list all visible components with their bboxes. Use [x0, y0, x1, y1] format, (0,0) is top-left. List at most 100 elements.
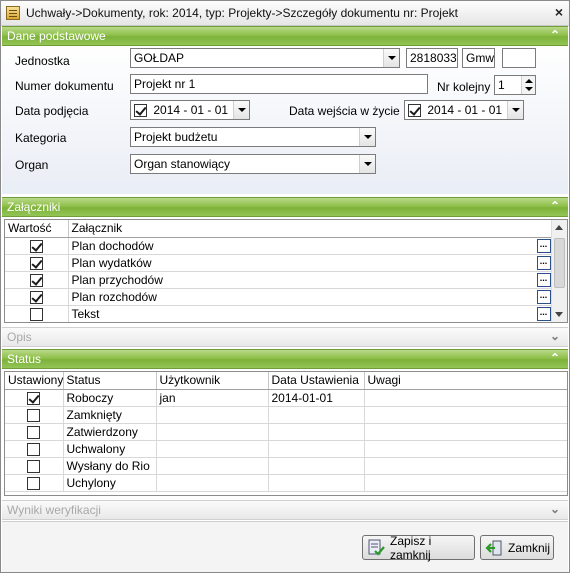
- scroll-down-icon[interactable]: [555, 312, 563, 317]
- section-title-wyniki: Wyniki weryfikacji: [7, 503, 101, 517]
- attachment-checkbox[interactable]: [29, 307, 43, 321]
- column-header-uwagi[interactable]: Uwagi: [364, 372, 567, 390]
- numer-value: Projekt nr 1: [134, 77, 196, 91]
- attachment-row[interactable]: Plan rozchodów...: [5, 288, 553, 306]
- exit-icon: [485, 539, 503, 557]
- chevron-down-icon[interactable]: [233, 101, 249, 119]
- chevron-down-icon[interactable]: [359, 155, 375, 173]
- column-header-status[interactable]: Status: [63, 372, 157, 390]
- status-name: Roboczy: [66, 390, 114, 405]
- collapse-icon[interactable]: ⌃: [550, 199, 560, 213]
- document-details-window: Uchwały->Dokumenty, rok: 2014, typ: Proj…: [0, 0, 570, 573]
- browse-icon[interactable]: ...: [536, 289, 551, 304]
- status-table: Ustawiony Status Użytkownik Data Ustawie…: [5, 372, 567, 492]
- numer-label: Numer dokumentu: [15, 79, 114, 93]
- status-row[interactable]: Roboczy jan 2014-01-01: [5, 389, 567, 407]
- status-name: Uchwalony: [66, 441, 126, 456]
- scroll-thumb[interactable]: [554, 238, 565, 288]
- status-checkbox[interactable]: [27, 391, 41, 405]
- attachments-grid: Wartość Załącznik Plan dochodów... Plan w…: [4, 219, 568, 323]
- section-header-status[interactable]: Status ⌃: [2, 349, 568, 369]
- section-title-dane: Dane podstawowe: [7, 29, 106, 43]
- data-wejscia-checkbox[interactable]: [408, 104, 421, 118]
- column-header-wartosc[interactable]: Wartość: [5, 220, 69, 238]
- browse-icon[interactable]: ...: [536, 238, 551, 253]
- section-title-status: Status: [7, 352, 42, 366]
- status-row[interactable]: Wysłany do Rio: [5, 457, 567, 475]
- app-icon: [6, 6, 20, 20]
- numer-input[interactable]: Projekt nr 1: [130, 74, 428, 94]
- save-and-close-button[interactable]: Zapisz i zamknij: [362, 534, 475, 562]
- jednostka-extra-field[interactable]: [502, 48, 536, 68]
- data-wejscia-value: 2014 - 01 - 01: [427, 103, 503, 117]
- attachment-row[interactable]: Plan dochodów...: [5, 237, 553, 255]
- organ-select[interactable]: Organ stanowiący: [130, 154, 376, 174]
- status-grid: Ustawiony Status Użytkownik Data Ustawie…: [4, 371, 568, 496]
- section-header-dane[interactable]: Dane podstawowe ⌃: [2, 26, 568, 46]
- status-checkbox[interactable]: [27, 408, 41, 422]
- attachment-row[interactable]: Plan wydatków...: [5, 254, 553, 272]
- column-header-uzytkownik[interactable]: Użytkownik: [156, 372, 269, 390]
- data-podjecia-label: Data podjęcia: [15, 104, 89, 118]
- expand-icon[interactable]: ⌄: [550, 502, 560, 516]
- status-row[interactable]: Uchwalony: [5, 440, 567, 458]
- status-checkbox[interactable]: [27, 459, 41, 473]
- attachments-scrollbar[interactable]: [551, 220, 567, 322]
- organ-value: Organ stanowiący: [134, 157, 231, 171]
- chevron-down-icon[interactable]: [507, 101, 523, 119]
- attachment-checkbox[interactable]: [29, 239, 43, 253]
- chevron-down-icon[interactable]: [359, 128, 375, 146]
- browse-icon[interactable]: ...: [536, 255, 551, 270]
- chevron-down-icon[interactable]: [383, 49, 399, 67]
- jednostka-select[interactable]: GOŁDAP: [130, 48, 400, 68]
- browse-icon[interactable]: ...: [536, 306, 551, 321]
- expand-icon[interactable]: ⌄: [550, 329, 560, 343]
- footer-panel: Zapisz i zamknij Zamknij: [2, 521, 568, 572]
- status-name: Wysłany do Rio: [66, 458, 150, 473]
- collapse-icon[interactable]: ⌃: [550, 351, 560, 365]
- attachments-table: Wartość Załącznik Plan dochodów... Plan w…: [5, 220, 553, 322]
- jednostka-code-field[interactable]: 2818033: [406, 48, 458, 68]
- column-header-ustawiony[interactable]: Ustawiony: [5, 372, 64, 390]
- scroll-up-icon[interactable]: [555, 225, 563, 230]
- close-window-icon[interactable]: ×: [551, 5, 567, 21]
- spinner-icon[interactable]: [521, 76, 535, 94]
- nr-kolejny-stepper[interactable]: 1: [494, 75, 536, 95]
- kategoria-label: Kategoria: [15, 131, 67, 145]
- attachment-checkbox[interactable]: [29, 290, 43, 304]
- status-name: Uchylony: [66, 475, 116, 490]
- section-header-opis[interactable]: Opis ⌄: [2, 327, 568, 347]
- basic-data-panel: Jednostka GOŁDAP 2818033 Gmw Numer dokum…: [2, 46, 568, 194]
- data-wejscia-label: Data wejścia w życie: [289, 104, 400, 118]
- section-header-zalaczniki[interactable]: Załączniki ⌃: [2, 197, 568, 217]
- data-podjecia-picker[interactable]: 2014 - 01 - 01: [130, 100, 250, 120]
- browse-icon[interactable]: ...: [536, 272, 551, 287]
- data-wejscia-picker[interactable]: 2014 - 01 - 01: [404, 100, 524, 120]
- section-title-zalaczniki: Załączniki: [7, 200, 61, 214]
- status-row[interactable]: Zatwierdzony: [5, 423, 567, 441]
- attachment-checkbox[interactable]: [29, 273, 43, 287]
- column-header-zalacznik[interactable]: Załącznik: [68, 220, 553, 238]
- attachment-row[interactable]: Tekst...: [5, 305, 553, 322]
- data-podjecia-value: 2014 - 01 - 01: [153, 103, 229, 117]
- status-user: jan: [159, 390, 176, 405]
- status-checkbox[interactable]: [27, 442, 41, 456]
- data-podjecia-checkbox[interactable]: [134, 104, 147, 118]
- status-checkbox[interactable]: [27, 425, 41, 439]
- attachment-row[interactable]: Plan przychodów...: [5, 271, 553, 289]
- attachment-name: Plan przychodów: [71, 272, 163, 287]
- jednostka-type-field[interactable]: Gmw: [462, 48, 495, 68]
- column-header-data[interactable]: Data Ustawienia: [268, 372, 365, 390]
- collapse-icon[interactable]: ⌃: [550, 28, 560, 42]
- attachment-checkbox[interactable]: [29, 256, 43, 270]
- jednostka-type-value: Gmw: [466, 51, 494, 65]
- status-row[interactable]: Uchylony: [5, 474, 567, 492]
- jednostka-value: GOŁDAP: [134, 51, 185, 65]
- status-row[interactable]: Zamknięty: [5, 406, 567, 424]
- section-header-wyniki[interactable]: Wyniki weryfikacji ⌄: [2, 500, 568, 520]
- status-checkbox[interactable]: [27, 476, 41, 490]
- kategoria-select[interactable]: Projekt budżetu: [130, 127, 376, 147]
- close-button[interactable]: Zamknij: [480, 535, 554, 560]
- title-bar: Uchwały->Dokumenty, rok: 2014, typ: Proj…: [1, 1, 569, 26]
- jednostka-label: Jednostka: [15, 54, 70, 68]
